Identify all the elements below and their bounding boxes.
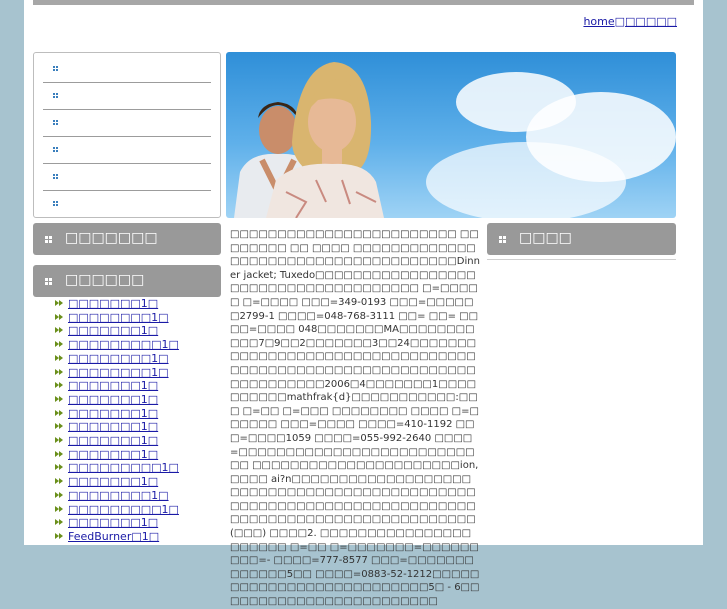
list-item: □□□□□□□□1□: [55, 366, 179, 380]
sidebar-link[interactable]: FeedBurner□1□: [68, 530, 159, 543]
list-item: □□□□□□□1□: [55, 475, 179, 489]
header-link-2[interactable]: □□□□□: [625, 15, 677, 28]
bullet-icon: [53, 174, 59, 180]
nav-item-3[interactable]: [43, 109, 211, 137]
sidebar-link[interactable]: □□□□□□□1□: [68, 516, 158, 529]
page-container: home□□□□□□ □□□□□□□ □□□□□□ □□□□□□□1□ □□□□…: [24, 0, 703, 607]
sidebar-link[interactable]: □□□□□□□□□1□: [68, 461, 179, 474]
list-item: □□□□□□□1□: [55, 379, 179, 393]
sidebar-link[interactable]: □□□□□□□□1□: [68, 352, 169, 365]
list-item: □□□□□□□1□: [55, 516, 179, 530]
nav-menu: [33, 52, 221, 218]
sidebar-link[interactable]: □□□□□□□□1□: [68, 489, 169, 502]
list-item: □□□□□□□1□: [55, 434, 179, 448]
category-header-1[interactable]: □□□□□□□: [33, 223, 221, 255]
sidebar-link-list: □□□□□□□1□ □□□□□□□□1□ □□□□□□□1□ □□□□□□□□□…: [55, 297, 179, 544]
bullet-icon: [53, 147, 59, 153]
nav-item-1[interactable]: [43, 55, 211, 83]
home-link[interactable]: home: [583, 15, 614, 28]
list-item: □□□□□□□1□: [55, 393, 179, 407]
right-column-title: □□□□: [519, 230, 572, 246]
hero-banner: [226, 52, 676, 218]
right-column-header[interactable]: □□□□: [487, 223, 676, 255]
list-item: □□□□□□□1□: [55, 324, 179, 338]
sidebar-link[interactable]: □□□□□□□1□: [68, 393, 158, 406]
sidebar-link[interactable]: □□□□□□□1□: [68, 407, 158, 420]
list-item: □□□□□□□1□: [55, 407, 179, 421]
list-item: □□□□□□□□□1□: [55, 461, 179, 475]
list-item: □□□□□□□□□1□: [55, 338, 179, 352]
bullet-icon: [45, 278, 52, 285]
sidebar-link[interactable]: □□□□□□□□1□: [68, 311, 169, 324]
sidebar-link[interactable]: □□□□□□□□□1□: [68, 338, 179, 351]
nav-item-2[interactable]: [43, 82, 211, 110]
sidebar-link[interactable]: □□□□□□□1□: [68, 420, 158, 433]
sidebar-link[interactable]: □□□□□□□□□1□: [68, 503, 179, 516]
sidebar-link[interactable]: □□□□□□□1□: [68, 379, 158, 392]
nav-item-5[interactable]: [43, 163, 211, 191]
top-bar: [33, 0, 694, 5]
header-separator: □: [614, 15, 626, 28]
article-body: □□□□□□□□□□□□□□□□□□□□□□□□ □□□□□□□□ □□ □□□…: [230, 229, 480, 608]
list-item: □□□□□□□1□: [55, 420, 179, 434]
header-links: home□□□□□□: [583, 15, 677, 28]
bullet-icon: [53, 93, 59, 99]
bullet-icon: [499, 236, 506, 243]
category-title: □□□□□□□: [65, 230, 158, 246]
sidebar-link[interactable]: □□□□□□□1□: [68, 448, 158, 461]
list-item: □□□□□□□1□: [55, 448, 179, 462]
category-title: □□□□□□: [65, 272, 145, 288]
nav-item-4[interactable]: [43, 136, 211, 164]
category-header-2[interactable]: □□□□□□: [33, 265, 221, 297]
bullet-icon: [45, 236, 52, 243]
people-photo: [234, 62, 384, 218]
sidebar-link[interactable]: □□□□□□□1□: [68, 434, 158, 447]
list-item: FeedBurner□1□: [55, 530, 179, 544]
sidebar-link[interactable]: □□□□□□□□1□: [68, 366, 169, 379]
list-item: □□□□□□□□□1□: [55, 503, 179, 517]
list-item: □□□□□□□□1□: [55, 352, 179, 366]
sidebar-link[interactable]: □□□□□□□1□: [68, 297, 158, 310]
bullet-icon: [53, 120, 59, 126]
bullet-icon: [53, 201, 59, 207]
list-item: □□□□□□□□1□: [55, 489, 179, 503]
bullet-icon: [53, 66, 59, 72]
list-item: □□□□□□□1□: [55, 297, 179, 311]
divider: [487, 259, 676, 260]
nav-item-6[interactable]: [43, 190, 211, 217]
sidebar-link[interactable]: □□□□□□□1□: [68, 475, 158, 488]
list-item: □□□□□□□□1□: [55, 311, 179, 325]
sidebar-link[interactable]: □□□□□□□1□: [68, 324, 158, 337]
